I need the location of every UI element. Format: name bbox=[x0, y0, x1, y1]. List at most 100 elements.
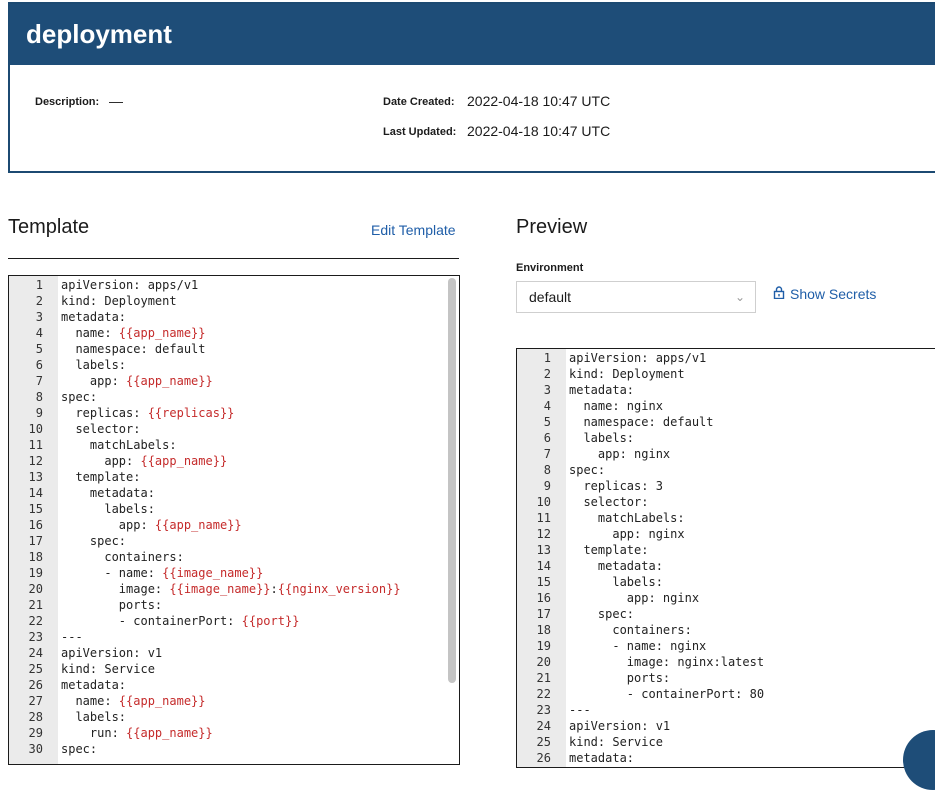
template-code-line: 16 app: {{app_name}} bbox=[9, 517, 459, 533]
line-number: 14 bbox=[536, 559, 551, 573]
line-number: 8 bbox=[35, 390, 43, 404]
code-text: template: bbox=[61, 470, 141, 484]
code-text: kind: Deployment bbox=[61, 294, 177, 308]
template-code-line: 26 metadata: bbox=[9, 677, 459, 693]
line-number: 2 bbox=[543, 367, 551, 381]
show-secrets-label: Show Secrets bbox=[790, 286, 877, 302]
line-number: 5 bbox=[543, 415, 551, 429]
template-code-line: 3 metadata: bbox=[9, 309, 459, 325]
chevron-down-icon: ⌄ bbox=[734, 290, 745, 304]
code-text: replicas: {{replicas}} bbox=[61, 406, 235, 420]
line-number: 5 bbox=[35, 342, 43, 356]
template-code-line: 5 namespace: default bbox=[9, 341, 459, 357]
code-text: app: nginx bbox=[569, 591, 700, 605]
show-secrets-button[interactable]: Show Secrets bbox=[773, 286, 876, 302]
template-code-line: 7 app: {{app_name}} bbox=[9, 373, 459, 389]
line-number: 7 bbox=[35, 374, 43, 388]
code-text: containers: bbox=[61, 550, 184, 564]
code-text: metadata: bbox=[61, 310, 127, 324]
date-created-value: 2022-04-18 10:47 UTC bbox=[467, 93, 611, 109]
line-number: 29 bbox=[28, 726, 43, 740]
deployment-info-card: deployment Description: — Date Created: … bbox=[8, 2, 935, 173]
template-code-line: 24 apiVersion: v1 bbox=[9, 645, 459, 661]
line-number: 14 bbox=[28, 486, 43, 500]
last-updated-label: Last Updated: bbox=[383, 126, 457, 138]
preview-code-line: 2 kind: Deployment bbox=[517, 366, 935, 382]
line-number: 1 bbox=[543, 351, 551, 365]
description-value: — bbox=[109, 93, 123, 109]
code-text: apiVersion: v1 bbox=[569, 719, 671, 733]
code-text: labels: bbox=[569, 431, 635, 445]
code-text: kind: Service bbox=[61, 662, 155, 676]
last-updated-value: 2022-04-18 10:47 UTC bbox=[467, 123, 611, 139]
line-number: 7 bbox=[543, 447, 551, 461]
code-text: - name: {{image_name}} bbox=[61, 566, 264, 580]
preview-code-line: 3 metadata: bbox=[517, 382, 935, 398]
line-number: 1 bbox=[35, 278, 43, 292]
preview-code-line: 16 app: nginx bbox=[517, 590, 935, 606]
template-code-line: 25 kind: Service bbox=[9, 661, 459, 677]
line-number: 20 bbox=[536, 655, 551, 669]
code-text: labels: bbox=[61, 358, 127, 372]
preview-code-line: 7 app: nginx bbox=[517, 446, 935, 462]
template-code-line: 4 name: {{app_name}} bbox=[9, 325, 459, 341]
code-text: ports: bbox=[569, 671, 671, 685]
line-number: 30 bbox=[28, 742, 43, 756]
code-text: apiVersion: apps/v1 bbox=[569, 351, 707, 365]
line-number: 3 bbox=[35, 310, 43, 324]
line-number: 4 bbox=[543, 399, 551, 413]
template-divider bbox=[8, 258, 459, 259]
template-code-line: 18 containers: bbox=[9, 549, 459, 565]
line-number: 15 bbox=[536, 575, 551, 589]
line-number: 19 bbox=[28, 566, 43, 580]
preview-code-line: 13 template: bbox=[517, 542, 935, 558]
edit-template-link[interactable]: Edit Template bbox=[371, 222, 456, 238]
template-code-line: 8 spec: bbox=[9, 389, 459, 405]
code-text: spec: bbox=[61, 390, 98, 404]
template-editor[interactable]: 1 apiVersion: apps/v1 2 kind: Deployment 3 me… bbox=[8, 275, 460, 765]
template-code-line: 21 ports: bbox=[9, 597, 459, 613]
code-text: app: nginx bbox=[569, 527, 685, 541]
line-number: 11 bbox=[536, 511, 551, 525]
code-text: labels: bbox=[569, 575, 663, 589]
line-number: 17 bbox=[28, 534, 43, 548]
line-number: 13 bbox=[536, 543, 551, 557]
code-text: selector: bbox=[61, 422, 141, 436]
template-code-line: 22 - containerPort: {{port}} bbox=[9, 613, 459, 629]
preview-code-line: 8 spec: bbox=[517, 462, 935, 478]
template-scrollbar[interactable] bbox=[448, 278, 456, 683]
line-number: 17 bbox=[536, 607, 551, 621]
line-number: 23 bbox=[28, 630, 43, 644]
environment-label: Environment bbox=[516, 262, 584, 274]
template-code-line: 12 app: {{app_name}} bbox=[9, 453, 459, 469]
code-text: app: {{app_name}} bbox=[61, 518, 242, 532]
line-number: 19 bbox=[536, 639, 551, 653]
code-text: metadata: bbox=[569, 383, 635, 397]
preview-code-line: 14 metadata: bbox=[517, 558, 935, 574]
template-code-line: 1 apiVersion: apps/v1 bbox=[9, 277, 459, 293]
line-number: 24 bbox=[28, 646, 43, 660]
line-number: 25 bbox=[536, 735, 551, 749]
code-text: name: {{app_name}} bbox=[61, 326, 206, 340]
line-number: 18 bbox=[536, 623, 551, 637]
description-label: Description: bbox=[35, 96, 100, 108]
template-code-line: 6 labels: bbox=[9, 357, 459, 373]
line-number: 4 bbox=[35, 326, 43, 340]
preview-code-line: 10 selector: bbox=[517, 494, 935, 510]
template-code-line: 19 - name: {{image_name}} bbox=[9, 565, 459, 581]
line-number: 24 bbox=[536, 719, 551, 733]
line-number: 23 bbox=[536, 703, 551, 717]
template-code-line: 28 labels: bbox=[9, 709, 459, 725]
line-number: 22 bbox=[28, 614, 43, 628]
line-number: 6 bbox=[35, 358, 43, 372]
page-title: deployment bbox=[10, 4, 935, 65]
preview-code-line: 23 --- bbox=[517, 702, 935, 718]
code-text: namespace: default bbox=[569, 415, 714, 429]
environment-select-value: default bbox=[529, 289, 572, 305]
line-number: 27 bbox=[28, 694, 43, 708]
template-code-line: 30 spec: bbox=[9, 741, 459, 757]
environment-select[interactable]: default ⌄ bbox=[516, 281, 756, 313]
preview-code-line: 1 apiVersion: apps/v1 bbox=[517, 350, 935, 366]
template-code-line: 15 labels: bbox=[9, 501, 459, 517]
template-title: Template bbox=[8, 216, 90, 238]
